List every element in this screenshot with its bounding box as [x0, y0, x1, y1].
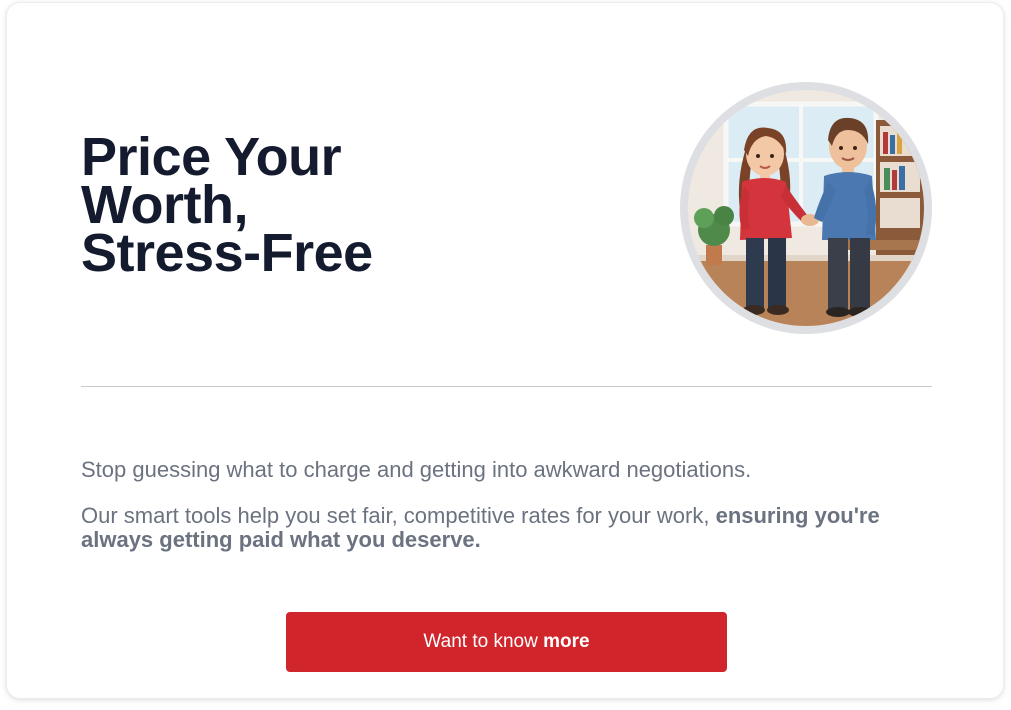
cta-label-bold: more: [543, 631, 590, 652]
value-paragraph: Our smart tools help you set fair, compe…: [81, 504, 941, 552]
handshake-illustration: [688, 90, 924, 326]
cta-label-regular: Want to know: [423, 631, 544, 652]
want-to-know-more-button[interactable]: Want to know more: [286, 612, 727, 672]
intro-paragraph: Stop guessing what to charge and getting…: [81, 457, 752, 482]
hero-card: Price Your Worth, Stress-Free Stop guess…: [6, 2, 1004, 699]
page-title: Price Your Worth, Stress-Free: [81, 127, 373, 283]
value-paragraph-text: Our smart tools help you set fair, compe…: [81, 503, 716, 528]
section-divider: [81, 386, 932, 387]
hero-illustration: [680, 82, 932, 334]
